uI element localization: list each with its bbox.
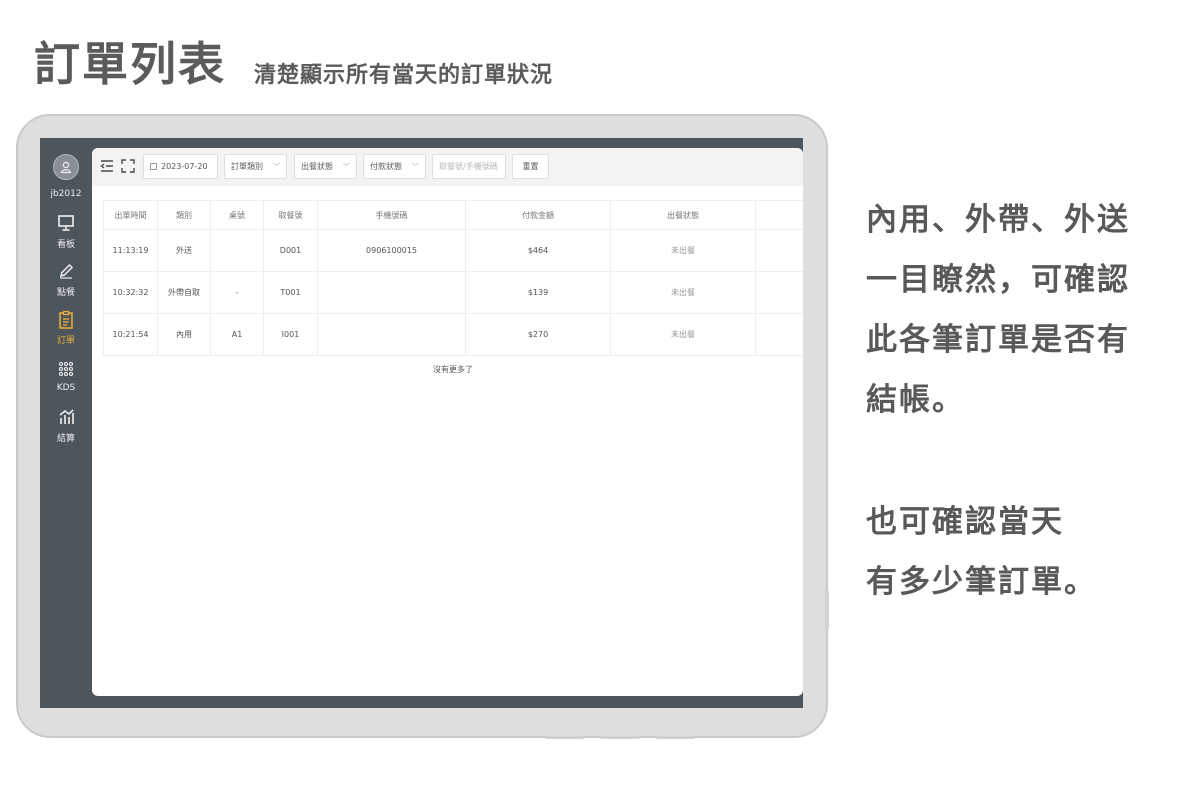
reset-button[interactable]: 重置 [512, 154, 549, 179]
sidebar: jb2012 看板 點餐 訂單 KDS 結算 [40, 138, 92, 708]
table-row[interactable]: 11:13:19 外送 D001 0906100015 $464 未出餐 [103, 230, 803, 272]
meal-status-select[interactable]: 出餐狀態 ﹀ [294, 154, 357, 179]
phone-number [318, 314, 466, 355]
order-type: 內用 [158, 314, 211, 355]
table-number [211, 230, 264, 271]
tablet-bottom-button [600, 736, 640, 739]
pickup-number: D001 [264, 230, 318, 271]
sidebar-item-label: 點餐 [56, 288, 75, 298]
description-line: 也可確認當天 [866, 504, 1064, 540]
search-placeholder: 取餐號/手機號碼 [439, 162, 498, 171]
tablet-bottom-button [655, 736, 695, 739]
payment-amount: $270 [466, 314, 611, 355]
sidebar-item-label: 結算 [56, 434, 75, 444]
sidebar-item-kds[interactable]: KDS [40, 360, 92, 393]
order-type: 外帶自取 [158, 272, 211, 313]
column-header: 手機號碼 [318, 201, 466, 229]
payment-status-select[interactable]: 付款狀態 ﹀ [363, 154, 426, 179]
description-line: 一目瞭然，可確認 [866, 262, 1130, 298]
bar-chart-icon [40, 408, 92, 428]
column-header: 出單時間 [104, 201, 158, 229]
order-list-panel: 2023-07-20 訂單類別 ﹀ 出餐狀態 ﹀ 付款狀態 ﹀ 取餐號/手機號碼… [92, 148, 803, 696]
grid-dots-icon [40, 360, 92, 380]
pickup-number: T001 [264, 272, 318, 313]
column-header: 付款金額 [466, 201, 611, 229]
app-screen: jb2012 看板 點餐 訂單 KDS 結算 2023-07-20 訂單類別 ﹀… [40, 138, 803, 708]
calendar-icon [150, 163, 157, 170]
phone-number: 0906100015 [318, 230, 466, 271]
description-line: 內用、外帶、外送 [866, 202, 1130, 238]
column-header: 出餐狀態 [611, 201, 756, 229]
order-type: 外送 [158, 230, 211, 271]
phone-number [318, 272, 466, 313]
sidebar-item-label: KDS [56, 383, 76, 393]
payment-amount: $139 [466, 272, 611, 313]
meal-status: 未出餐 [611, 230, 756, 271]
table-row[interactable]: 10:32:32 外帶自取 - T001 $139 未出餐 [103, 272, 803, 314]
reset-label: 重置 [522, 162, 539, 171]
order-time: 10:32:32 [104, 272, 158, 313]
user-name: jb2012 [50, 189, 82, 199]
description-line: 此各筆訂單是否有 [866, 322, 1130, 358]
sidebar-item-settlement[interactable]: 結算 [40, 408, 92, 444]
page-subtitle: 清楚顯示所有當天的訂單狀況 [254, 63, 554, 88]
sidebar-item-label: 訂單 [56, 336, 75, 346]
fullscreen-icon[interactable] [121, 159, 135, 175]
order-time: 10:21:54 [104, 314, 158, 355]
sidebar-item-label: 看板 [56, 240, 75, 250]
chevron-down-icon: ﹀ [343, 163, 350, 171]
collapse-menu-icon[interactable] [100, 159, 114, 175]
filter-toolbar: 2023-07-20 訂單類別 ﹀ 出餐狀態 ﹀ 付款狀態 ﹀ 取餐號/手機號碼… [92, 148, 803, 186]
order-type-value: 訂單類別 [231, 162, 263, 171]
tablet-side-button [825, 590, 829, 630]
chevron-down-icon: ﹀ [273, 163, 280, 171]
no-more-text: 沒有更多了 [433, 365, 473, 374]
search-input[interactable]: 取餐號/手機號碼 [432, 154, 506, 179]
order-type-select[interactable]: 訂單類別 ﹀ [224, 154, 287, 179]
description-line: 有多少筆訂單。 [866, 564, 1097, 600]
payment-amount: $464 [466, 230, 611, 271]
pencil-icon [40, 262, 92, 282]
tablet-bottom-button [545, 736, 585, 739]
chevron-down-icon: ﹀ [412, 163, 419, 171]
page-title: 訂單列表 [34, 37, 226, 91]
table-number: - [211, 272, 264, 313]
sidebar-item-orders[interactable]: 訂單 [40, 310, 92, 346]
sidebar-item-dashboard[interactable]: 看板 [40, 214, 92, 250]
table-row[interactable]: 10:21:54 內用 A1 I001 $270 未出餐 [103, 314, 803, 356]
table-header-row: 出單時間 類別 桌號 取餐號 手機號碼 付款金額 出餐狀態 [103, 200, 803, 230]
payment-status-value: 付款狀態 [370, 162, 402, 171]
meal-status-value: 出餐狀態 [301, 162, 333, 171]
date-picker[interactable]: 2023-07-20 [143, 154, 218, 179]
order-time: 11:13:19 [104, 230, 158, 271]
pickup-number: I001 [264, 314, 318, 355]
clipboard-icon [40, 310, 92, 330]
sidebar-item-order-food[interactable]: 點餐 [40, 262, 92, 298]
meal-status: 未出餐 [611, 272, 756, 313]
column-header: 桌號 [211, 201, 264, 229]
user-avatar-icon[interactable] [53, 154, 79, 180]
description-line: 結帳。 [866, 382, 965, 418]
column-header: 取餐號 [264, 201, 318, 229]
table-number: A1 [211, 314, 264, 355]
monitor-icon [40, 214, 92, 234]
column-header: 類別 [158, 201, 211, 229]
date-value: 2023-07-20 [161, 162, 208, 171]
meal-status: 未出餐 [611, 314, 756, 355]
